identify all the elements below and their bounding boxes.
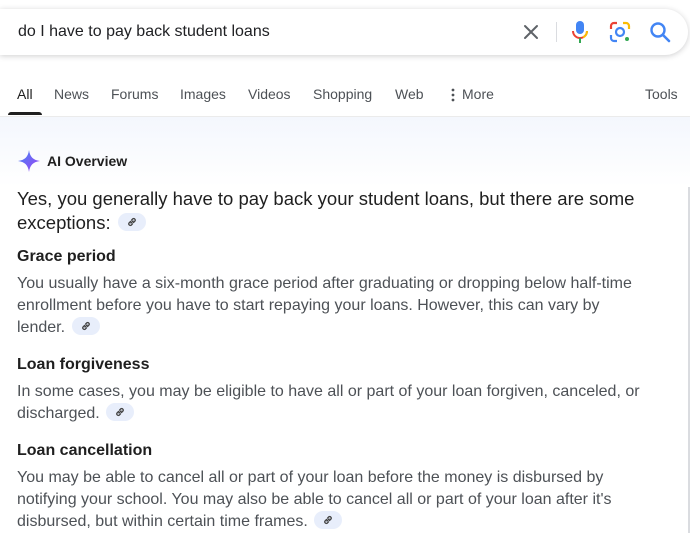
- clear-icon[interactable]: [519, 20, 543, 44]
- section-body: You usually have a six-month grace perio…: [17, 275, 632, 336]
- search-tabs: All News Forums Images Videos Shopping W…: [0, 64, 690, 117]
- tab-images[interactable]: Images: [180, 86, 226, 102]
- section-title-grace-period: Grace period: [17, 248, 116, 265]
- ai-answer-text: Yes, you generally have to pay back your…: [17, 188, 635, 233]
- search-bar: do I have to pay back student loans: [0, 9, 688, 55]
- search-icon[interactable]: [647, 19, 673, 45]
- active-tab-indicator: [8, 112, 42, 115]
- ai-overview-title: AI Overview: [47, 153, 128, 169]
- ai-answer: Yes, you generally have to pay back your…: [17, 187, 642, 235]
- section-text-loan-forgiveness: In some cases, you may be eligible to ha…: [17, 381, 642, 425]
- google-lens-icon[interactable]: [608, 20, 632, 44]
- tab-web[interactable]: Web: [395, 86, 424, 102]
- microphone-icon[interactable]: [568, 19, 592, 45]
- sparkle-icon: [17, 149, 41, 173]
- vertical-dots-icon: [451, 88, 455, 102]
- link-icon: [116, 407, 125, 416]
- link-icon: [81, 321, 90, 330]
- tools-button[interactable]: Tools: [645, 86, 678, 102]
- citation-link-button[interactable]: [117, 213, 146, 232]
- section-title-loan-forgiveness: Loan forgiveness: [17, 356, 150, 373]
- tab-news[interactable]: News: [54, 86, 89, 102]
- section-title-loan-cancellation: Loan cancellation: [17, 442, 153, 459]
- citation-link-button[interactable]: [314, 510, 343, 529]
- ai-overview-background: [0, 117, 690, 187]
- section-text-grace-period: You usually have a six-month grace perio…: [17, 273, 642, 339]
- link-icon: [127, 218, 136, 227]
- tab-all[interactable]: All: [17, 86, 33, 102]
- tab-videos[interactable]: Videos: [248, 86, 291, 102]
- tab-forums[interactable]: Forums: [111, 86, 158, 102]
- citation-link-button[interactable]: [106, 402, 135, 421]
- tab-more-label: More: [462, 86, 494, 102]
- search-input[interactable]: do I have to pay back student loans: [18, 23, 270, 41]
- link-icon: [324, 515, 333, 524]
- section-text-loan-cancellation: You may be able to cancel all or part of…: [17, 467, 642, 533]
- search-divider: [556, 22, 557, 42]
- tab-shopping[interactable]: Shopping: [313, 86, 372, 102]
- tab-more[interactable]: More: [451, 86, 494, 102]
- citation-link-button[interactable]: [71, 316, 100, 335]
